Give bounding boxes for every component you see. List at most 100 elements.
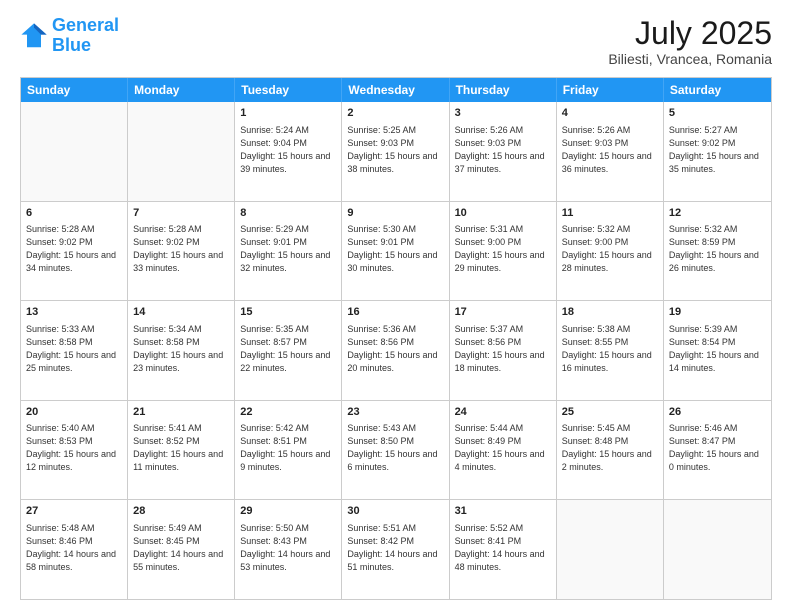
- calendar-cell: 12Sunrise: 5:32 AM Sunset: 8:59 PM Dayli…: [664, 202, 771, 301]
- day-number: 2: [347, 106, 443, 121]
- day-number: 6: [26, 206, 122, 221]
- day-number: 25: [562, 405, 658, 420]
- day-number: 30: [347, 504, 443, 519]
- day-number: 19: [669, 305, 766, 320]
- day-info: Sunrise: 5:26 AM Sunset: 9:03 PM Dayligh…: [562, 124, 658, 176]
- day-info: Sunrise: 5:42 AM Sunset: 8:51 PM Dayligh…: [240, 422, 336, 474]
- calendar-cell: 14Sunrise: 5:34 AM Sunset: 8:58 PM Dayli…: [128, 301, 235, 400]
- calendar-cell: 29 Sunrise: 5:50 AM Sunset: 8:43 PM Dayli…: [235, 500, 342, 599]
- calendar-cell: 13 Sunrise: 5:33 AM Sunset: 8:58 PM Dayli…: [21, 301, 128, 400]
- day-number: 4: [562, 106, 658, 121]
- calendar-cell: 1 Sunrise: 5:24 AM Sunset: 9:04 PM Daylig…: [235, 102, 342, 201]
- day-info: Sunrise: 5:28 AM Sunset: 9:02 PM Dayligh…: [26, 223, 122, 275]
- page: General Blue July 2025 Biliesti, Vrancea…: [0, 0, 792, 612]
- day-number: 22: [240, 405, 336, 420]
- day-info: Sunrise: 5:33 AM Sunset: 8:58 PM Dayligh…: [26, 323, 122, 375]
- calendar-cell: 25Sunrise: 5:45 AM Sunset: 8:48 PM Dayli…: [557, 401, 664, 500]
- day-number: 1: [240, 106, 336, 121]
- calendar-title: July 2025: [608, 16, 772, 51]
- day-number: 21: [133, 405, 229, 420]
- calendar-cell: 20Sunrise: 5:40 AM Sunset: 8:53 PM Dayli…: [21, 401, 128, 500]
- calendar-cell: [664, 500, 771, 599]
- calendar-cell: 7 Sunrise: 5:28 AM Sunset: 9:02 PM Daylig…: [128, 202, 235, 301]
- calendar-cell: [21, 102, 128, 201]
- day-info: Sunrise: 5:44 AM Sunset: 8:49 PM Dayligh…: [455, 422, 551, 474]
- header-cell-saturday: Saturday: [664, 78, 771, 102]
- header-cell-thursday: Thursday: [450, 78, 557, 102]
- day-info: Sunrise: 5:34 AM Sunset: 8:58 PM Dayligh…: [133, 323, 229, 375]
- day-info: Sunrise: 5:37 AM Sunset: 8:56 PM Dayligh…: [455, 323, 551, 375]
- day-info: Sunrise: 5:28 AM Sunset: 9:02 PM Dayligh…: [133, 223, 229, 275]
- calendar-cell: 3Sunrise: 5:26 AM Sunset: 9:03 PM Daylig…: [450, 102, 557, 201]
- logo-line2: Blue: [52, 35, 91, 55]
- calendar-week-5: 27Sunrise: 5:48 AM Sunset: 8:46 PM Dayli…: [21, 500, 771, 599]
- calendar-cell: 11Sunrise: 5:32 AM Sunset: 9:00 PM Dayli…: [557, 202, 664, 301]
- calendar-cell: [128, 102, 235, 201]
- day-info: Sunrise: 5:46 AM Sunset: 8:47 PM Dayligh…: [669, 422, 766, 474]
- header-cell-sunday: Sunday: [21, 78, 128, 102]
- day-info: Sunrise: 5:32 AM Sunset: 8:59 PM Dayligh…: [669, 223, 766, 275]
- day-number: 28: [133, 504, 229, 519]
- day-info: Sunrise: 5:52 AM Sunset: 8:41 PM Dayligh…: [455, 522, 551, 574]
- calendar-cell: 18 Sunrise: 5:38 AM Sunset: 8:55 PM Dayli…: [557, 301, 664, 400]
- day-number: 29: [240, 504, 336, 519]
- header-cell-tuesday: Tuesday: [235, 78, 342, 102]
- day-info: Sunrise: 5:26 AM Sunset: 9:03 PM Dayligh…: [455, 124, 551, 176]
- day-number: 24: [455, 405, 551, 420]
- day-number: 5: [669, 106, 766, 121]
- calendar-week-3: 13 Sunrise: 5:33 AM Sunset: 8:58 PM Dayli…: [21, 301, 771, 401]
- calendar-subtitle: Biliesti, Vrancea, Romania: [608, 51, 772, 67]
- calendar-cell: 6 Sunrise: 5:28 AM Sunset: 9:02 PM Daylig…: [21, 202, 128, 301]
- day-number: 15: [240, 305, 336, 320]
- day-info: Sunrise: 5:51 AM Sunset: 8:42 PM Dayligh…: [347, 522, 443, 574]
- day-info: Sunrise: 5:36 AM Sunset: 8:56 PM Dayligh…: [347, 323, 443, 375]
- day-number: 16: [347, 305, 443, 320]
- logo-icon: [20, 22, 48, 50]
- day-number: 10: [455, 206, 551, 221]
- calendar-cell: 8Sunrise: 5:29 AM Sunset: 9:01 PM Daylig…: [235, 202, 342, 301]
- day-number: 23: [347, 405, 443, 420]
- calendar-cell: 21 Sunrise: 5:41 AM Sunset: 8:52 PM Dayli…: [128, 401, 235, 500]
- calendar-week-4: 20Sunrise: 5:40 AM Sunset: 8:53 PM Dayli…: [21, 401, 771, 501]
- day-number: 9: [347, 206, 443, 221]
- day-info: Sunrise: 5:25 AM Sunset: 9:03 PM Dayligh…: [347, 124, 443, 176]
- day-number: 13: [26, 305, 122, 320]
- day-info: Sunrise: 5:49 AM Sunset: 8:45 PM Dayligh…: [133, 522, 229, 574]
- logo-line1: General: [52, 15, 119, 35]
- day-number: 26: [669, 405, 766, 420]
- day-info: Sunrise: 5:38 AM Sunset: 8:55 PM Dayligh…: [562, 323, 658, 375]
- calendar-cell: 19 Sunrise: 5:39 AM Sunset: 8:54 PM Dayli…: [664, 301, 771, 400]
- calendar-cell: 28 Sunrise: 5:49 AM Sunset: 8:45 PM Dayli…: [128, 500, 235, 599]
- day-info: Sunrise: 5:41 AM Sunset: 8:52 PM Dayligh…: [133, 422, 229, 474]
- calendar-body: 1 Sunrise: 5:24 AM Sunset: 9:04 PM Daylig…: [21, 102, 771, 599]
- day-info: Sunrise: 5:39 AM Sunset: 8:54 PM Dayligh…: [669, 323, 766, 375]
- day-info: Sunrise: 5:24 AM Sunset: 9:04 PM Dayligh…: [240, 124, 336, 176]
- day-number: 27: [26, 504, 122, 519]
- day-number: 8: [240, 206, 336, 221]
- day-info: Sunrise: 5:32 AM Sunset: 9:00 PM Dayligh…: [562, 223, 658, 275]
- header-cell-wednesday: Wednesday: [342, 78, 449, 102]
- calendar-week-1: 1 Sunrise: 5:24 AM Sunset: 9:04 PM Daylig…: [21, 102, 771, 202]
- calendar-cell: 24 Sunrise: 5:44 AM Sunset: 8:49 PM Dayli…: [450, 401, 557, 500]
- day-number: 18: [562, 305, 658, 320]
- calendar-cell: 5 Sunrise: 5:27 AM Sunset: 9:02 PM Daylig…: [664, 102, 771, 201]
- day-info: Sunrise: 5:31 AM Sunset: 9:00 PM Dayligh…: [455, 223, 551, 275]
- day-number: 7: [133, 206, 229, 221]
- day-info: Sunrise: 5:27 AM Sunset: 9:02 PM Dayligh…: [669, 124, 766, 176]
- day-info: Sunrise: 5:30 AM Sunset: 9:01 PM Dayligh…: [347, 223, 443, 275]
- calendar-cell: [557, 500, 664, 599]
- day-number: 17: [455, 305, 551, 320]
- header: General Blue July 2025 Biliesti, Vrancea…: [20, 16, 772, 67]
- day-info: Sunrise: 5:43 AM Sunset: 8:50 PM Dayligh…: [347, 422, 443, 474]
- calendar-cell: 22 Sunrise: 5:42 AM Sunset: 8:51 PM Dayli…: [235, 401, 342, 500]
- header-cell-friday: Friday: [557, 78, 664, 102]
- calendar-cell: 10 Sunrise: 5:31 AM Sunset: 9:00 PM Dayli…: [450, 202, 557, 301]
- calendar-cell: 31Sunrise: 5:52 AM Sunset: 8:41 PM Dayli…: [450, 500, 557, 599]
- day-info: Sunrise: 5:40 AM Sunset: 8:53 PM Dayligh…: [26, 422, 122, 474]
- day-info: Sunrise: 5:50 AM Sunset: 8:43 PM Dayligh…: [240, 522, 336, 574]
- header-cell-monday: Monday: [128, 78, 235, 102]
- calendar-header-row: SundayMondayTuesdayWednesdayThursdayFrid…: [21, 78, 771, 102]
- calendar-cell: 26 Sunrise: 5:46 AM Sunset: 8:47 PM Dayli…: [664, 401, 771, 500]
- calendar-cell: 2 Sunrise: 5:25 AM Sunset: 9:03 PM Daylig…: [342, 102, 449, 201]
- calendar-cell: 17 Sunrise: 5:37 AM Sunset: 8:56 PM Dayli…: [450, 301, 557, 400]
